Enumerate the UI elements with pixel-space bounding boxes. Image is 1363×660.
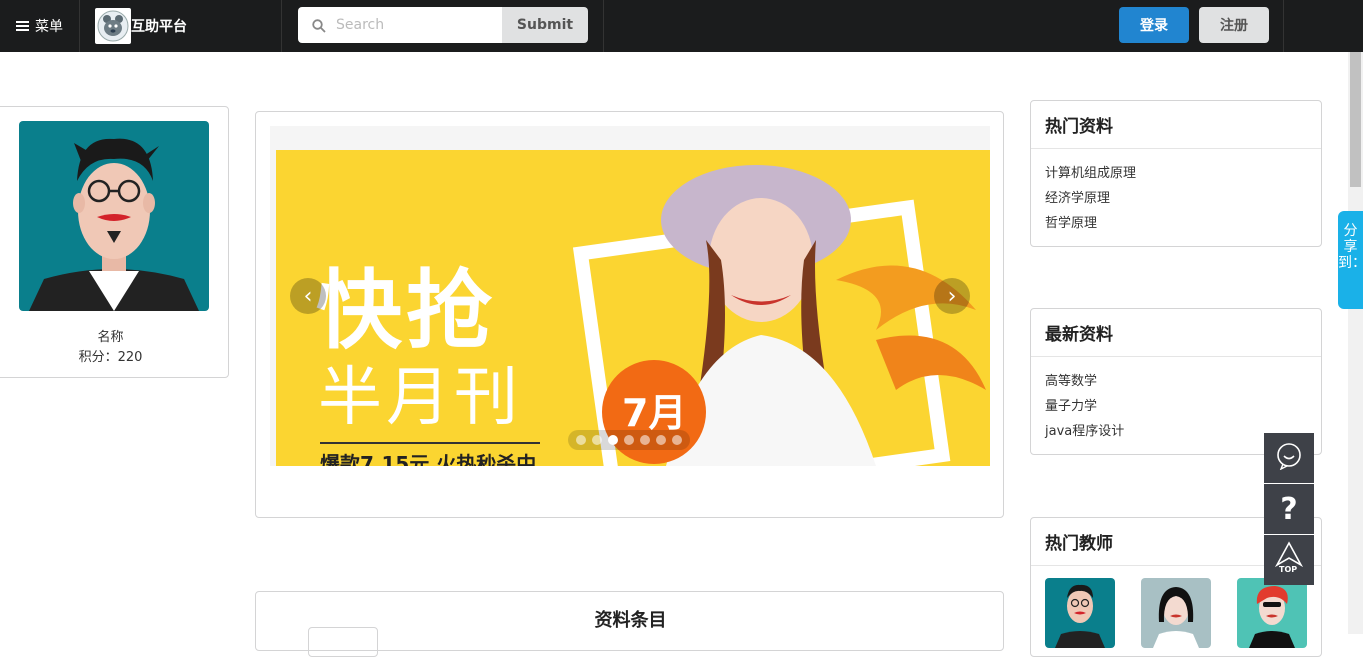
teacher-avatar[interactable] bbox=[1237, 578, 1307, 648]
carousel-slide[interactable]: 快抢 半月刊 爆款7.15元 火热秒杀中 7月 bbox=[276, 150, 990, 466]
banner-carousel[interactable]: 快抢 半月刊 爆款7.15元 火热秒杀中 7月 ‹ › bbox=[270, 126, 990, 466]
search-submit-button[interactable]: Submit bbox=[502, 7, 588, 43]
teacher-avatar[interactable] bbox=[1141, 578, 1211, 648]
list-item[interactable]: 计算机组成原理 bbox=[1045, 161, 1307, 186]
materials-list-card: 资料条目 bbox=[255, 591, 1004, 657]
page-scrollbar[interactable] bbox=[1348, 52, 1363, 634]
list-item[interactable]: 经济学原理 bbox=[1045, 186, 1307, 211]
hot-materials-panel: 热门资料 计算机组成原理 经济学原理 哲学原理 bbox=[1030, 100, 1322, 247]
profile-avatar[interactable] bbox=[19, 121, 209, 311]
carousel-dot[interactable] bbox=[640, 435, 650, 445]
search-box[interactable] bbox=[298, 7, 502, 43]
question-icon: ? bbox=[1280, 491, 1298, 527]
hamburger-icon bbox=[16, 21, 29, 31]
carousel-dot-active[interactable] bbox=[608, 435, 618, 445]
search-icon bbox=[312, 18, 326, 33]
back-to-top-button[interactable]: TOP bbox=[1264, 535, 1314, 585]
back-to-top-label: TOP bbox=[1279, 565, 1298, 574]
carousel-dot[interactable] bbox=[672, 435, 682, 445]
chat-icon bbox=[1275, 442, 1303, 474]
search-area: Submit bbox=[282, 0, 604, 52]
carousel-dots bbox=[568, 430, 690, 450]
scrollbar-thumb[interactable] bbox=[1350, 52, 1361, 187]
register-button[interactable]: 注册 bbox=[1199, 7, 1269, 43]
carousel-prev-button[interactable]: ‹ bbox=[290, 278, 326, 314]
search-input[interactable] bbox=[336, 17, 496, 33]
top-navbar: 菜单 互助平台 Submit 登录 注册 bbox=[0, 0, 1363, 52]
divider bbox=[1283, 0, 1284, 52]
carousel-dot[interactable] bbox=[656, 435, 666, 445]
chevron-right-icon: › bbox=[947, 283, 957, 309]
profile-card: 名称 积分：220 bbox=[0, 106, 229, 378]
share-tab[interactable]: 分享到： bbox=[1338, 211, 1363, 309]
slide-badge: 7月 bbox=[622, 391, 687, 435]
menu-button[interactable]: 菜单 bbox=[0, 0, 80, 52]
chat-button[interactable] bbox=[1264, 433, 1314, 483]
slide-subheadline: 半月刊 bbox=[318, 361, 522, 435]
list-item[interactable]: 量子力学 bbox=[1045, 394, 1307, 419]
list-filter-button[interactable] bbox=[308, 627, 378, 657]
carousel-dot[interactable] bbox=[576, 435, 586, 445]
carousel-dot[interactable] bbox=[624, 435, 634, 445]
profile-name: 名称 bbox=[97, 330, 124, 345]
slide-divider bbox=[320, 442, 540, 444]
profile-score: 积分：220 bbox=[78, 350, 143, 365]
brand-name[interactable]: 互助平台 bbox=[131, 16, 187, 36]
carousel-dot[interactable] bbox=[592, 435, 602, 445]
hot-materials-list: 计算机组成原理 经济学原理 哲学原理 bbox=[1031, 149, 1321, 248]
carousel-card: 快抢 半月刊 爆款7.15元 火热秒杀中 7月 ‹ › bbox=[255, 111, 1004, 518]
help-button[interactable]: ? bbox=[1264, 484, 1314, 534]
chevron-left-icon: ‹ bbox=[303, 283, 313, 309]
login-button[interactable]: 登录 bbox=[1119, 7, 1189, 43]
slide-tagline: 爆款7.15元 火热秒杀中 bbox=[320, 452, 537, 466]
teacher-avatar[interactable] bbox=[1045, 578, 1115, 648]
brand-logo-icon[interactable] bbox=[95, 8, 131, 44]
list-item[interactable]: 哲学原理 bbox=[1045, 211, 1307, 236]
list-item[interactable]: 高等数学 bbox=[1045, 369, 1307, 394]
menu-label: 菜单 bbox=[35, 19, 63, 35]
hot-materials-title: 热门资料 bbox=[1031, 101, 1321, 149]
carousel-next-button[interactable]: › bbox=[934, 278, 970, 314]
new-materials-title: 最新资料 bbox=[1031, 309, 1321, 357]
